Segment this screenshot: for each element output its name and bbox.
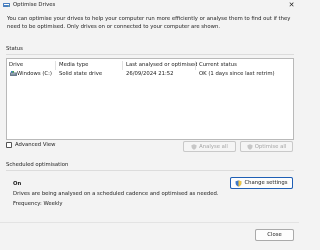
title-bar: Optimise Drives ✕: [0, 0, 299, 11]
optimise-all-button[interactable]: Optimise all: [240, 141, 293, 152]
status-divider: [6, 54, 294, 55]
change-settings-button[interactable]: Change settings: [230, 177, 293, 189]
analyse-all-label: Analyse all: [199, 143, 228, 150]
advanced-view-label[interactable]: Advanced View: [15, 142, 55, 148]
page-description: You can optimise your drives to help you…: [7, 16, 291, 31]
optimise-drives-app-icon: [3, 3, 10, 7]
change-settings-label: Change settings: [244, 180, 288, 186]
hard-drive-icon: [10, 71, 17, 76]
drive-media-type: Solid state drive: [59, 71, 103, 77]
scheduled-divider: [6, 170, 294, 171]
scheduled-section-label: Scheduled optimisation: [6, 162, 69, 168]
column-header-drive[interactable]: Drive: [9, 62, 23, 68]
analyse-all-button[interactable]: Analyse all: [183, 141, 236, 152]
schedule-state: On: [13, 181, 22, 187]
shield-icon: [191, 143, 197, 150]
window-title: Optimise Drives: [13, 2, 56, 8]
window-close-icon[interactable]: ✕: [286, 0, 297, 10]
drive-name: Windows (C:): [17, 71, 52, 77]
schedule-frequency: Frequency: Weekly: [13, 201, 63, 207]
status-section-label: Status: [6, 46, 23, 52]
drive-current-status: OK (1 days since last retrim): [199, 71, 275, 77]
column-header-last-optimised[interactable]: Last analysed or optimised: [126, 62, 198, 68]
close-label: Close: [267, 232, 282, 238]
column-header-current-status[interactable]: Current status: [199, 62, 237, 68]
drive-row[interactable]: Windows (C:) Solid state drive 26/09/202…: [8, 70, 293, 78]
column-separator[interactable]: [122, 61, 123, 70]
advanced-view-checkbox[interactable]: [6, 142, 12, 148]
close-button[interactable]: Close: [255, 229, 294, 241]
column-separator[interactable]: [55, 61, 56, 70]
column-header-media-type[interactable]: Media type: [59, 62, 88, 68]
shield-icon: [247, 143, 253, 150]
column-separator[interactable]: [195, 61, 196, 70]
drive-list[interactable]: Drive Media type Last analysed or optimi…: [6, 58, 294, 140]
footer-divider: [0, 222, 299, 223]
drive-last-optimised: 26/09/2024 21:52: [126, 71, 174, 77]
schedule-description: Drives are being analysed on a scheduled…: [13, 191, 219, 197]
shield-icon: [235, 179, 242, 187]
optimise-all-label: Optimise all: [254, 143, 287, 150]
